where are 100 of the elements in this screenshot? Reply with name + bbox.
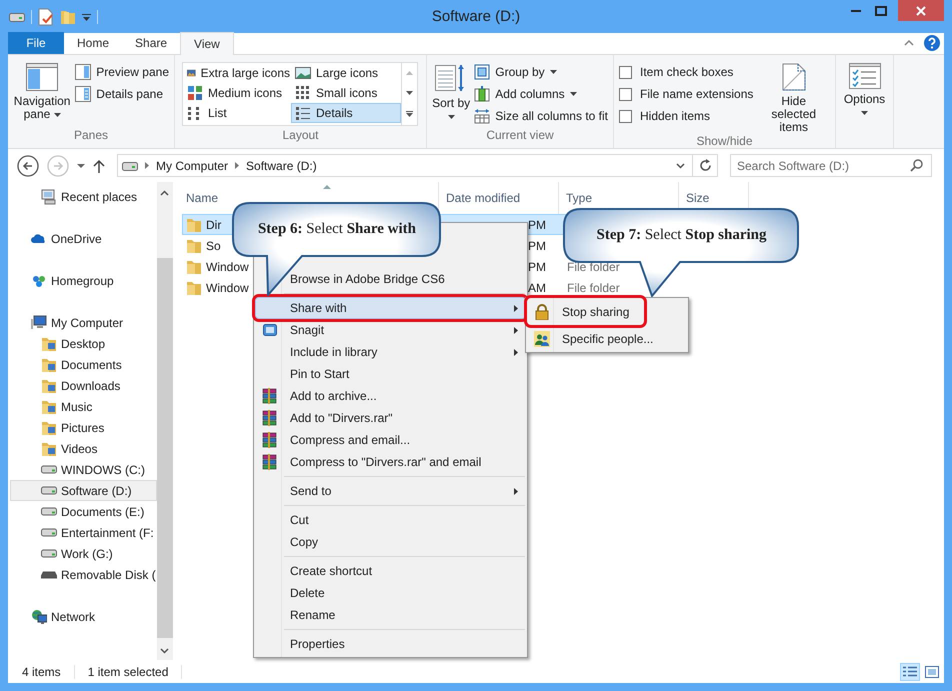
- details-pane-button[interactable]: Details pane: [75, 83, 169, 105]
- nav-item[interactable]: Removable Disk (: [10, 564, 157, 585]
- menu-item[interactable]: Pin to Start: [255, 363, 526, 385]
- ribbon-tab[interactable]: View: [180, 32, 234, 55]
- menu-item[interactable]: Delete: [255, 582, 526, 604]
- breadcrumb[interactable]: My Computer: [156, 158, 228, 172]
- details-view-button[interactable]: [900, 662, 920, 680]
- expand-icon[interactable]: [406, 111, 413, 117]
- layout-option[interactable]: List: [183, 103, 291, 123]
- column-header[interactable]: Type: [566, 191, 592, 205]
- layout-option[interactable]: Details: [291, 103, 401, 123]
- minimize-icon: [850, 10, 860, 12]
- group-icon: [474, 64, 490, 80]
- checkbox-label[interactable]: Hidden items: [640, 109, 710, 123]
- layout-option[interactable]: Medium icons: [183, 83, 291, 103]
- table-cell: File folder: [567, 260, 620, 274]
- up-arrow-icon[interactable]: [93, 158, 105, 172]
- scrollbar-thumb[interactable]: [156, 258, 173, 638]
- menu-item[interactable]: Cut: [255, 509, 526, 531]
- menu-item[interactable]: Add to archive...: [255, 385, 526, 407]
- menu-item[interactable]: Properties: [255, 633, 526, 655]
- drive-icon: [41, 465, 57, 474]
- nav-item[interactable]: OneDrive: [10, 228, 157, 249]
- hide-selected-button[interactable]: Hide selected items: [757, 61, 830, 134]
- column-header[interactable]: Size: [686, 191, 710, 205]
- pane-layout-icon: [26, 63, 58, 91]
- checkbox[interactable]: [619, 88, 632, 100]
- page-icon: [782, 63, 806, 91]
- options-button[interactable]: Options: [841, 61, 888, 148]
- menu-item[interactable]: Create shortcut: [255, 560, 526, 582]
- checkbox[interactable]: [619, 110, 632, 122]
- preview-pane-button[interactable]: Preview pane: [75, 61, 169, 83]
- ribbon-tab[interactable]: Share: [122, 32, 180, 54]
- checkbox-label[interactable]: Item check boxes: [640, 65, 734, 79]
- scroll-down-icon[interactable]: [406, 91, 413, 95]
- menu-item[interactable]: Share with: [255, 297, 526, 319]
- add-columns-button[interactable]: Add columns: [474, 83, 608, 105]
- menu-item[interactable]: Copy: [255, 531, 526, 553]
- chevron-right-icon[interactable]: [145, 162, 149, 169]
- recent-locations-icon[interactable]: [77, 164, 85, 168]
- close-button[interactable]: [898, 0, 944, 21]
- scroll-down-icon[interactable]: [160, 648, 170, 654]
- dropdown-icon[interactable]: [676, 162, 685, 168]
- drive-icon[interactable]: [9, 12, 25, 22]
- help-icon[interactable]: [924, 35, 940, 51]
- menu-item[interactable]: Rename: [255, 604, 526, 626]
- menu-item[interactable]: Stop sharing: [527, 298, 644, 325]
- chevron-right-icon[interactable]: [235, 162, 240, 169]
- preview-pane-icon: [75, 64, 92, 80]
- menu-item[interactable]: Snagit: [255, 319, 526, 341]
- checkbox[interactable]: [619, 66, 632, 78]
- drive-icon: [41, 486, 57, 495]
- breadcrumb[interactable]: Software (D:): [246, 158, 317, 172]
- collapse-icon[interactable]: [904, 40, 914, 46]
- menu-item[interactable]: Include in library: [255, 341, 526, 363]
- nav-item[interactable]: Documents (E:): [10, 501, 157, 522]
- layout-option[interactable]: Large icons: [291, 63, 401, 83]
- size-columns-button[interactable]: Size all columns to fit: [474, 105, 608, 127]
- menu-item[interactable]: Compress and email...: [255, 429, 526, 451]
- checkbox-label[interactable]: File name extensions: [640, 87, 754, 101]
- scroll-up-icon[interactable]: [160, 190, 170, 196]
- layout-option[interactable]: Extra large icons: [183, 63, 291, 83]
- menu-item[interactable]: Specific people...: [527, 325, 668, 352]
- nav-item[interactable]: My Computer: [10, 312, 157, 333]
- nav-item[interactable]: Homegroup: [10, 270, 157, 291]
- nav-item[interactable]: Desktop: [10, 333, 157, 354]
- search-field[interactable]: Search Software (D:): [730, 154, 932, 177]
- ribbon-tab[interactable]: File: [8, 32, 64, 54]
- nav-item[interactable]: Work (G:): [10, 543, 157, 564]
- nav-item[interactable]: Entertainment (F:: [10, 522, 157, 543]
- layout-option[interactable]: Small icons: [291, 83, 401, 103]
- nav-item[interactable]: Recent places: [10, 186, 157, 207]
- back-button[interactable]: [17, 154, 39, 176]
- nav-item[interactable]: Software (D:): [10, 480, 157, 501]
- refresh-button[interactable]: [692, 154, 718, 177]
- nav-item[interactable]: Pictures: [10, 417, 157, 438]
- ribbon-tab[interactable]: Home: [64, 32, 122, 54]
- column-header[interactable]: Name: [186, 191, 218, 205]
- column-header[interactable]: Date modified: [446, 191, 520, 205]
- navigation-pane-button[interactable]: Navigation pane: [13, 61, 72, 128]
- document-check-icon[interactable]: [38, 8, 54, 26]
- search-icon[interactable]: [910, 159, 923, 172]
- menu-item[interactable]: Send to: [255, 480, 526, 502]
- nav-item[interactable]: Videos: [10, 438, 157, 459]
- caret-icon: [860, 110, 868, 115]
- group-by-button[interactable]: Group by: [474, 61, 608, 83]
- sort-by-button[interactable]: Sort by: [432, 61, 470, 128]
- menu-item[interactable]: Compress to "Dirvers.rar" and email: [255, 451, 526, 473]
- nav-item[interactable]: Downloads: [10, 375, 157, 396]
- window-title: Software (D:): [430, 7, 522, 25]
- address-field[interactable]: My Computer Software (D:): [117, 154, 693, 177]
- nav-item[interactable]: Documents: [10, 354, 157, 375]
- menu-item[interactable]: Browse in Adobe Bridge CS6: [255, 268, 526, 290]
- menu-item[interactable]: Add to "Dirvers.rar": [255, 407, 526, 429]
- nav-item[interactable]: WINDOWS (C:): [10, 459, 157, 480]
- table-cell: PM: [528, 238, 546, 252]
- nav-item[interactable]: Network: [10, 606, 157, 627]
- caret-icon[interactable]: [82, 13, 91, 21]
- drive-icon: [41, 528, 57, 537]
- nav-item[interactable]: Music: [10, 396, 157, 417]
